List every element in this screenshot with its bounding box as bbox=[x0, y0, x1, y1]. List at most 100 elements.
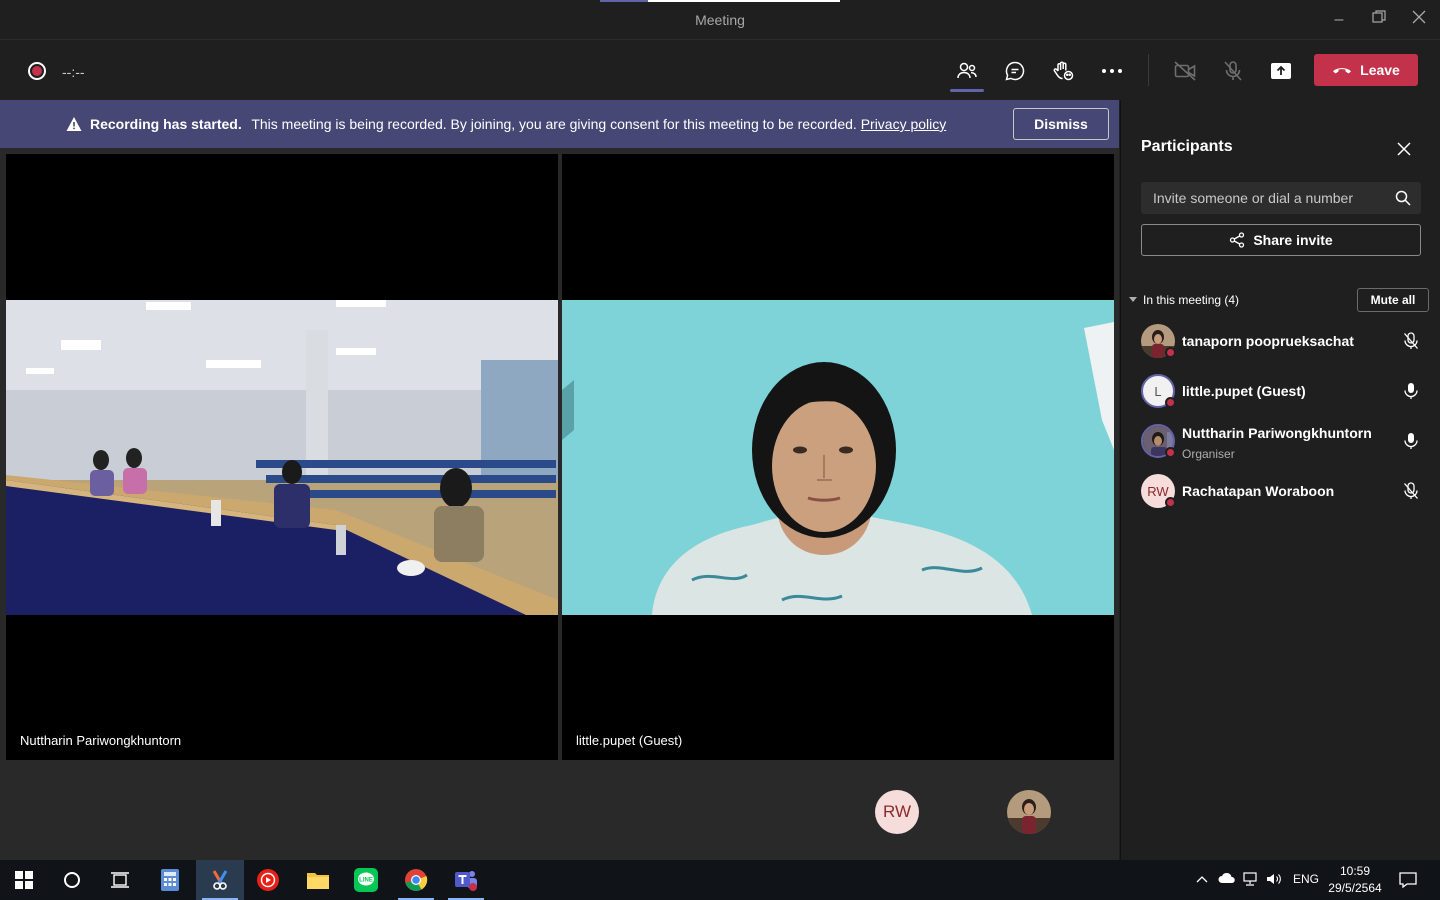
participant-row[interactable]: L little.pupet (Guest) bbox=[1141, 370, 1431, 414]
privacy-policy-link[interactable]: Privacy policy bbox=[861, 116, 947, 132]
snipping-icon bbox=[212, 870, 228, 890]
in-meeting-section-header[interactable]: In this meeting (4) bbox=[1129, 293, 1239, 307]
overflow-avatar-photo[interactable] bbox=[1007, 790, 1051, 834]
calculator-app[interactable] bbox=[146, 860, 194, 900]
calculator-icon bbox=[161, 869, 179, 891]
microphone-button[interactable] bbox=[1218, 56, 1248, 86]
file-explorer-app[interactable] bbox=[294, 860, 342, 900]
close-icon bbox=[1397, 142, 1411, 156]
camera-off-icon bbox=[1174, 61, 1196, 81]
participants-toggle-button[interactable] bbox=[950, 56, 984, 92]
svg-text:LINE: LINE bbox=[359, 878, 373, 884]
overflow-avatar-rw[interactable]: RW bbox=[875, 790, 919, 834]
chevron-up-icon bbox=[1196, 876, 1208, 883]
action-center-button[interactable] bbox=[1384, 860, 1432, 900]
mic-off-icon[interactable] bbox=[1403, 332, 1419, 350]
invite-input[interactable] bbox=[1141, 182, 1381, 214]
search-circle-icon bbox=[64, 872, 80, 888]
share-invite-label: Share invite bbox=[1253, 232, 1333, 248]
volume-tray[interactable] bbox=[1266, 872, 1282, 889]
guest-scene bbox=[562, 300, 1114, 615]
taskbar: LINE ENG 10:59 29/5/2564 bbox=[0, 860, 1440, 900]
classroom-scene bbox=[6, 300, 558, 615]
status-badge bbox=[1165, 397, 1176, 408]
mic-icon[interactable] bbox=[1403, 432, 1419, 450]
teams-icon bbox=[455, 871, 477, 891]
cloud-icon bbox=[1218, 872, 1235, 883]
close-panel-button[interactable] bbox=[1395, 140, 1413, 158]
chevron-down-icon bbox=[1129, 297, 1137, 302]
toolbar-divider bbox=[1148, 54, 1149, 86]
invite-field-wrapper bbox=[1141, 182, 1421, 214]
status-badge bbox=[1165, 347, 1176, 358]
banner-text: Recording has started. This meeting is b… bbox=[90, 116, 946, 132]
snipping-app[interactable] bbox=[196, 860, 244, 900]
network-tray[interactable] bbox=[1242, 872, 1260, 889]
banner-bold: Recording has started. bbox=[90, 116, 242, 132]
cortana-button[interactable] bbox=[48, 860, 96, 900]
dismiss-button[interactable]: Dismiss bbox=[1013, 108, 1109, 140]
teams-app[interactable] bbox=[442, 860, 490, 900]
folder-icon bbox=[307, 873, 329, 889]
guest-video bbox=[562, 300, 1114, 615]
participant-row[interactable]: tanaporn pooprueksachat bbox=[1141, 320, 1431, 364]
mic-off-icon[interactable] bbox=[1403, 482, 1419, 500]
classroom-video bbox=[6, 300, 558, 615]
meeting-toolbar: --:-- Leave bbox=[0, 40, 1440, 100]
close-window-button[interactable] bbox=[1406, 8, 1432, 32]
leave-button[interactable]: Leave bbox=[1314, 54, 1418, 86]
recording-indicator-icon bbox=[28, 62, 46, 80]
panel-title: Participants bbox=[1141, 138, 1233, 155]
start-button[interactable] bbox=[0, 860, 48, 900]
chat-icon bbox=[1005, 61, 1025, 81]
share-icon bbox=[1230, 232, 1245, 248]
participant-row[interactable]: RW Rachatapan Woraboon bbox=[1141, 470, 1431, 514]
recording-banner: Recording has started. This meeting is b… bbox=[0, 100, 1119, 148]
banner-message: This meeting is being recorded. By joini… bbox=[251, 116, 857, 132]
video-tile-2[interactable]: little.pupet (Guest) bbox=[562, 154, 1114, 760]
participants-panel: Participants Share invite In this meetin… bbox=[1120, 100, 1440, 860]
line-app[interactable]: LINE bbox=[342, 860, 390, 900]
participant-name: little.pupet (Guest) bbox=[1182, 383, 1306, 399]
mic-icon[interactable] bbox=[1403, 382, 1419, 400]
participant-name: tanaporn pooprueksachat bbox=[1182, 333, 1354, 349]
mute-all-button[interactable]: Mute all bbox=[1357, 288, 1429, 312]
tile-1-name: Nuttharin Pariwongkhuntorn bbox=[20, 733, 182, 748]
network-icon bbox=[1243, 872, 1257, 886]
participant-name: Nuttharin Pariwongkhuntorn bbox=[1182, 425, 1372, 441]
participant-role: Organiser bbox=[1182, 447, 1235, 461]
more-actions-button[interactable] bbox=[1097, 56, 1127, 86]
restore-button[interactable] bbox=[1366, 8, 1392, 32]
people-icon bbox=[957, 62, 977, 79]
camera-button[interactable] bbox=[1170, 56, 1200, 86]
leave-label: Leave bbox=[1360, 62, 1400, 78]
participant-row[interactable]: Nuttharin Pariwongkhuntorn Organiser bbox=[1141, 420, 1431, 464]
system-clock[interactable]: 10:59 29/5/2564 bbox=[1322, 863, 1388, 897]
warning-icon bbox=[66, 117, 82, 131]
task-view-icon bbox=[111, 872, 129, 888]
speaker-icon bbox=[1267, 874, 1281, 884]
play-circle-icon bbox=[257, 869, 279, 891]
show-hidden-icons-button[interactable] bbox=[1196, 872, 1208, 886]
meeting-timer: --:-- bbox=[62, 64, 85, 80]
share-content-button[interactable] bbox=[1266, 56, 1296, 86]
hang-up-icon bbox=[1333, 68, 1352, 74]
chat-button[interactable] bbox=[1000, 56, 1030, 86]
mic-off-icon bbox=[1224, 61, 1242, 81]
title-accent-left bbox=[600, 0, 648, 2]
title-bar: Meeting – bbox=[0, 0, 1440, 40]
video-tile-1[interactable]: Nuttharin Pariwongkhuntorn bbox=[6, 154, 558, 760]
reactions-button[interactable] bbox=[1048, 56, 1078, 86]
youtube-music-app[interactable] bbox=[244, 860, 292, 900]
share-invite-button[interactable]: Share invite bbox=[1141, 224, 1421, 256]
minimize-button[interactable]: – bbox=[1326, 8, 1352, 32]
input-language[interactable]: ENG bbox=[1293, 872, 1319, 886]
more-icon bbox=[1102, 69, 1122, 73]
search-icon[interactable] bbox=[1395, 190, 1411, 206]
notification-icon bbox=[1399, 872, 1417, 888]
participant-name: Rachatapan Woraboon bbox=[1182, 483, 1335, 499]
chrome-app[interactable] bbox=[392, 860, 440, 900]
onedrive-tray[interactable] bbox=[1218, 872, 1236, 887]
window-title: Meeting bbox=[695, 12, 745, 28]
task-view-button[interactable] bbox=[96, 860, 144, 900]
